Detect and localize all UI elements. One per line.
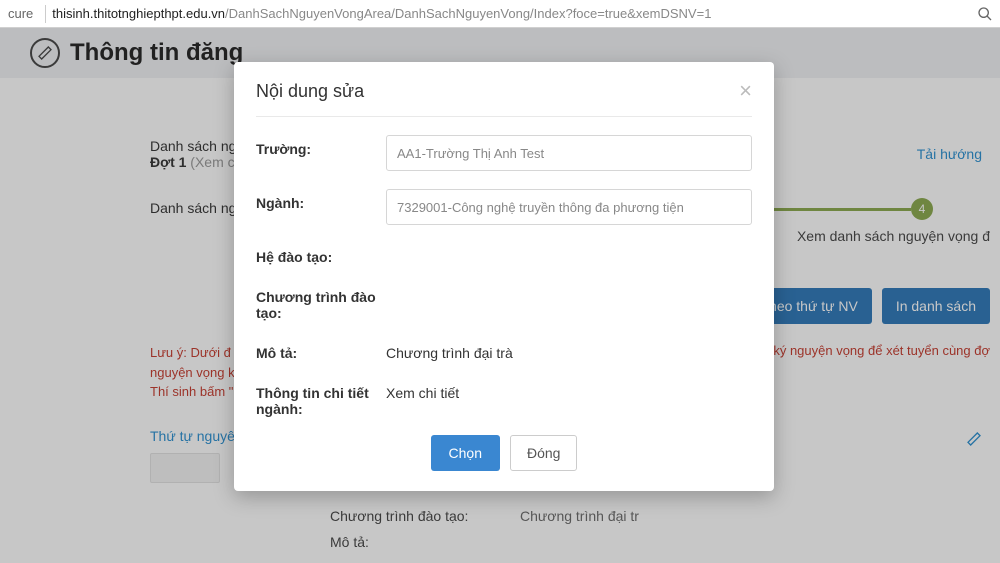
close-button[interactable]: Đóng — [510, 435, 577, 471]
label-mota: Mô tả: — [256, 339, 386, 361]
modal-title: Nội dung sửa — [256, 81, 364, 102]
label-ctdt: Chương trình đào tạo: — [256, 283, 386, 321]
close-icon[interactable]: × — [739, 80, 752, 102]
label-hedaotao: Hệ đào tạo: — [256, 243, 386, 265]
field-mota: Mô tả: Chương trình đại trà — [256, 339, 752, 361]
url-divider — [45, 5, 46, 23]
label-nganh: Ngành: — [256, 189, 386, 211]
value-ttct[interactable]: Xem chi tiết — [386, 379, 752, 401]
value-mota: Chương trình đại trà — [386, 339, 752, 361]
field-ctdt: Chương trình đào tạo: — [256, 283, 752, 321]
value-hedaotao — [386, 243, 752, 249]
url-path: /DanhSachNguyenVongArea/DanhSachNguyenVo… — [225, 6, 711, 21]
search-icon[interactable] — [976, 5, 994, 23]
field-truong: Trường: — [256, 135, 752, 171]
label-truong: Trường: — [256, 135, 386, 157]
input-truong[interactable] — [386, 135, 752, 171]
input-nganh[interactable] — [386, 189, 752, 225]
value-ctdt — [386, 283, 752, 289]
edit-modal: Nội dung sửa × Trường: Ngành: Hệ đào tạo… — [234, 62, 774, 491]
field-ttct: Thông tin chi tiết ngành: Xem chi tiết — [256, 379, 752, 417]
modal-actions: Chọn Đóng — [256, 435, 752, 471]
label-ttct: Thông tin chi tiết ngành: — [256, 379, 386, 417]
browser-url-bar: cure thisinh.thitotnghiepthpt.edu.vn/Dan… — [0, 0, 1000, 28]
field-hedaotao: Hệ đào tạo: — [256, 243, 752, 265]
field-nganh: Ngành: — [256, 189, 752, 225]
url-text[interactable]: thisinh.thitotnghiepthpt.edu.vn/DanhSach… — [52, 6, 968, 21]
url-host: thisinh.thitotnghiepthpt.edu.vn — [52, 6, 225, 21]
secure-label: cure — [0, 6, 41, 21]
modal-header: Nội dung sửa × — [256, 80, 752, 117]
choose-button[interactable]: Chọn — [431, 435, 500, 471]
